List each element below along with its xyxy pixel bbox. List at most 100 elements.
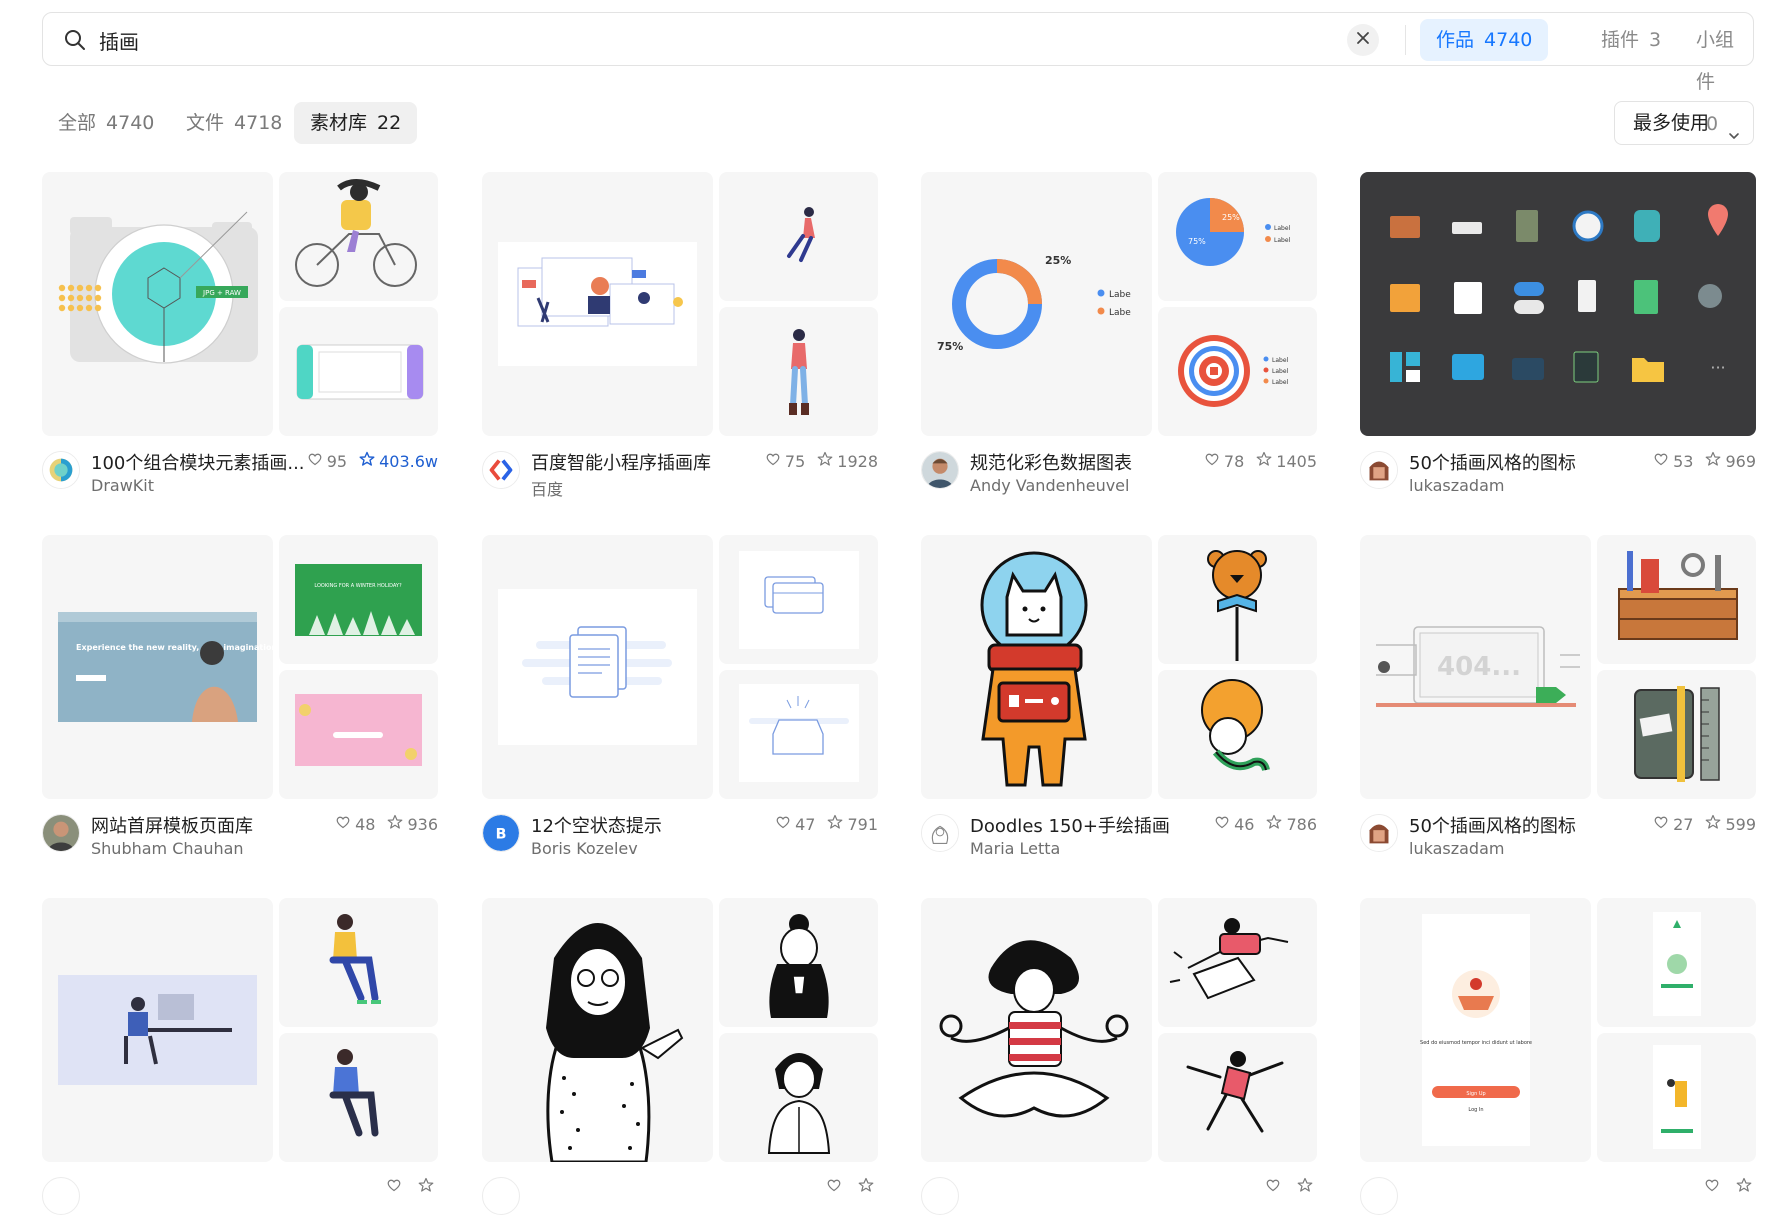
like-stat[interactable] bbox=[826, 1177, 846, 1197]
like-stat[interactable]: 48 bbox=[335, 814, 375, 834]
not-found-label: 404... bbox=[1437, 652, 1521, 682]
star-stat[interactable]: 1405 bbox=[1256, 451, 1317, 471]
card-author[interactable]: 百度 bbox=[531, 476, 563, 500]
card-author[interactable]: Maria Letta bbox=[970, 839, 1060, 858]
star-icon bbox=[1266, 814, 1282, 834]
star-stat[interactable] bbox=[418, 1177, 438, 1197]
heart-icon bbox=[307, 451, 323, 471]
star-stat[interactable] bbox=[1736, 1177, 1756, 1197]
pct-label: 25% bbox=[1045, 254, 1071, 267]
thumbnail-side-2: Label Label Label bbox=[1158, 307, 1317, 436]
card-title: 网站首屏模板页面库 bbox=[91, 816, 253, 837]
star-stat[interactable] bbox=[1297, 1177, 1317, 1197]
star-count: 1405 bbox=[1276, 451, 1317, 471]
asset-card[interactable] bbox=[921, 898, 1317, 1215]
thumbnail-main: 25% 75% Labe Labe bbox=[921, 172, 1152, 436]
star-stat[interactable]: 791 bbox=[827, 814, 878, 834]
like-stat[interactable]: 95 bbox=[307, 451, 347, 471]
heart-icon bbox=[335, 814, 351, 834]
card-thumbnail bbox=[921, 535, 1317, 799]
like-stat[interactable] bbox=[386, 1177, 406, 1197]
tab-works[interactable]: 作品 4740 bbox=[1420, 19, 1549, 61]
star-icon bbox=[858, 1177, 874, 1197]
star-stat[interactable] bbox=[858, 1177, 878, 1197]
card-author[interactable]: Andy Vandenheuvel bbox=[970, 476, 1129, 495]
asset-card[interactable]: JPG + RAW 100个组合模块元素插画... DrawKit 95 403… bbox=[42, 172, 438, 495]
star-stat[interactable]: 936 bbox=[387, 814, 438, 834]
heart-icon bbox=[386, 1177, 402, 1197]
card-author[interactable]: Boris Kozelev bbox=[531, 839, 638, 858]
like-stat[interactable]: 53 bbox=[1653, 451, 1693, 471]
asset-card[interactable]: 百度智能小程序插画库 百度 75 1928 bbox=[482, 172, 878, 499]
thumbnail-side-2 bbox=[719, 307, 878, 436]
like-stat[interactable]: 47 bbox=[775, 814, 815, 834]
card-title: 50个插画风格的图标 bbox=[1409, 453, 1576, 474]
like-stat[interactable] bbox=[1704, 1177, 1724, 1197]
card-author[interactable]: Shubham Chauhan bbox=[91, 839, 244, 858]
filter-tab-all[interactable]: 全部 4740 bbox=[42, 102, 170, 144]
asset-card[interactable]: ··· 50个插画风格的图标 lukaszadam 53 969 bbox=[1360, 172, 1756, 495]
search-bar: 作品 4740 插件 3 小组件0 bbox=[42, 12, 1754, 135]
like-stat[interactable]: 78 bbox=[1204, 451, 1244, 471]
legend-label: Label bbox=[1274, 237, 1291, 244]
card-author[interactable]: DrawKit bbox=[91, 476, 154, 495]
like-stat[interactable]: 75 bbox=[765, 451, 805, 471]
filter-tab-files[interactable]: 文件 4718 bbox=[170, 102, 298, 144]
asset-card[interactable]: Doodles 150+手绘插画 Maria Letta 46 786 bbox=[921, 535, 1317, 858]
avatar-initial: B bbox=[496, 827, 507, 843]
tab-widgets[interactable]: 小组件0 bbox=[1680, 19, 1753, 135]
star-icon bbox=[1705, 451, 1721, 471]
star-stat[interactable]: 969 bbox=[1705, 451, 1756, 471]
card-stats bbox=[1265, 1177, 1317, 1197]
author-avatar bbox=[482, 451, 520, 489]
star-icon bbox=[1705, 814, 1721, 834]
card-thumbnail: Sed do eiusmod tempor inci didunt ut lab… bbox=[1360, 898, 1756, 1162]
card-thumbnail bbox=[482, 535, 878, 799]
like-stat[interactable] bbox=[1265, 1177, 1285, 1197]
card-thumbnail bbox=[42, 898, 438, 1162]
asset-card[interactable]: 25% 75% Labe Labe 25% 75% Label Label La… bbox=[921, 172, 1317, 495]
asset-card[interactable] bbox=[482, 898, 878, 1215]
search-input[interactable] bbox=[93, 23, 1355, 57]
thumbnail-main: JPG + RAW bbox=[42, 172, 273, 436]
sort-dropdown[interactable]: 最多使用 bbox=[1614, 101, 1754, 145]
star-icon bbox=[359, 451, 375, 471]
card-author[interactable]: lukaszadam bbox=[1409, 839, 1504, 858]
legend-label: Labe bbox=[1109, 290, 1131, 300]
star-stat[interactable]: 786 bbox=[1266, 814, 1317, 834]
asset-card[interactable]: 404... 50个插画风格的图标 lukaszadam 27 599 bbox=[1360, 535, 1756, 858]
card-stats: 27 599 bbox=[1653, 814, 1756, 834]
tab-plugins[interactable]: 插件 3 bbox=[1585, 19, 1677, 61]
star-count: 936 bbox=[407, 814, 438, 834]
clear-search-button[interactable] bbox=[1347, 24, 1379, 56]
thumbnail-side-2 bbox=[279, 670, 438, 799]
like-count: 78 bbox=[1223, 451, 1245, 471]
star-icon bbox=[418, 1177, 434, 1197]
filter-tab-assets[interactable]: 素材库 22 bbox=[294, 102, 418, 144]
thumbnail-main bbox=[42, 898, 273, 1162]
asset-card[interactable]: B 12个空状态提示 Boris Kozelev 47 791 bbox=[482, 535, 878, 858]
author-avatar: B bbox=[482, 814, 520, 852]
filter-label: 全部 bbox=[58, 112, 97, 134]
card-stats: 46 786 bbox=[1214, 814, 1317, 834]
holiday-title: LOOKING FOR A WINTER HOLIDAY? bbox=[314, 583, 402, 589]
like-stat[interactable]: 46 bbox=[1214, 814, 1254, 834]
star-stat[interactable]: 1928 bbox=[817, 451, 878, 471]
thumbnail-side-2 bbox=[1158, 1033, 1317, 1162]
like-stat[interactable]: 27 bbox=[1653, 814, 1693, 834]
asset-card[interactable]: Experience the new reality, new imaginat… bbox=[42, 535, 438, 858]
star-stat[interactable]: 403.6w bbox=[359, 451, 438, 471]
filter-label: 文件 bbox=[186, 112, 225, 134]
star-stat[interactable]: 599 bbox=[1705, 814, 1756, 834]
thumbnail-main: Sed do eiusmod tempor inci didunt ut lab… bbox=[1360, 898, 1591, 1162]
jpg-raw-tag: JPG + RAW bbox=[202, 289, 241, 297]
card-thumbnail bbox=[482, 898, 878, 1162]
card-author[interactable]: lukaszadam bbox=[1409, 476, 1504, 495]
thumbnail-main bbox=[921, 898, 1152, 1162]
tab-count: 3 bbox=[1649, 29, 1662, 51]
divider bbox=[1405, 25, 1406, 55]
star-count: 403.6w bbox=[379, 451, 438, 471]
asset-card[interactable] bbox=[42, 898, 438, 1215]
asset-card[interactable]: Sed do eiusmod tempor inci didunt ut lab… bbox=[1360, 898, 1756, 1215]
thumbnail-main bbox=[482, 535, 713, 799]
